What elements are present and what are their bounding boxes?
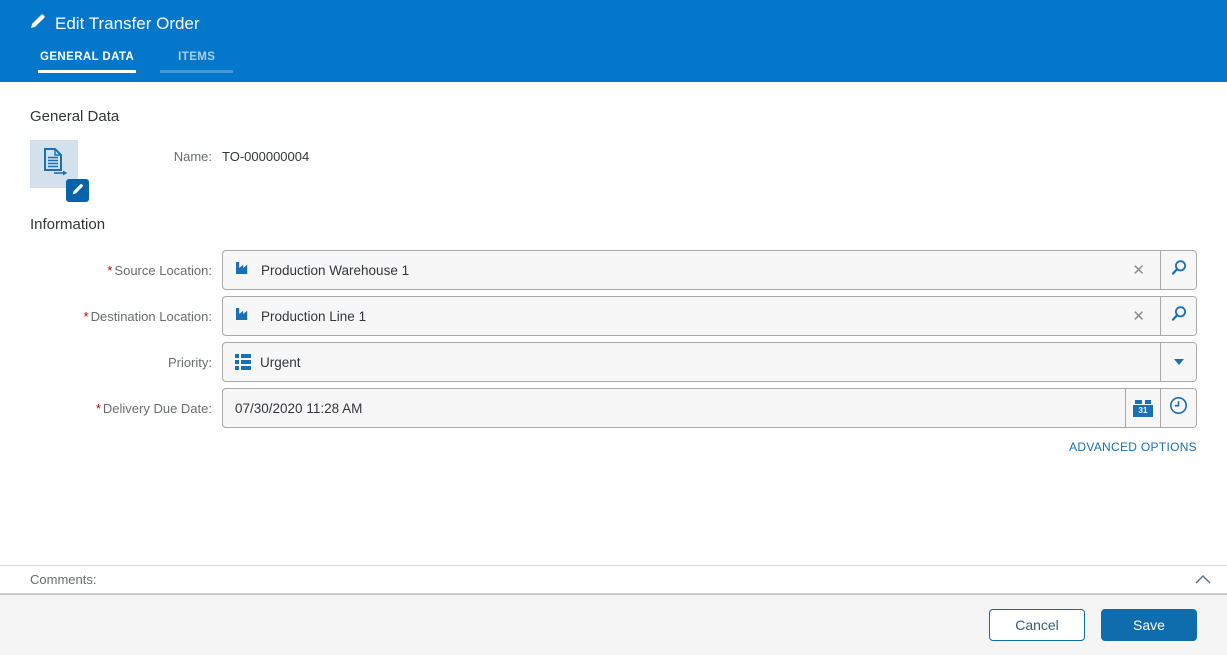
footer-toolbar: Cancel Save (0, 594, 1227, 655)
magnifier-icon (1170, 305, 1188, 328)
delivery-due-date-value: 07/30/2020 11:28 AM (235, 400, 363, 416)
title-row: Edit Transfer Order (0, 0, 1227, 34)
destination-location-value-help-button[interactable] (1160, 297, 1196, 335)
priority-value: Urgent (260, 354, 301, 370)
list-icon (235, 354, 251, 370)
delivery-due-date-label: * Delivery Due Date: (95, 400, 212, 416)
factory-icon (235, 260, 252, 280)
source-location-value-help-button[interactable] (1160, 251, 1196, 289)
page-header: Edit Transfer Order GENERAL DATA ITEMS (0, 0, 1227, 82)
page-title: Edit Transfer Order (55, 13, 200, 33)
clock-icon (1169, 396, 1188, 420)
advanced-options-link[interactable]: ADVANCED OPTIONS (1069, 440, 1197, 454)
destination-location-field[interactable]: Production Line 1 ✕ (222, 296, 1197, 336)
tab-items[interactable]: ITEMS (160, 51, 234, 73)
tab-general-data[interactable]: GENERAL DATA (38, 51, 137, 73)
required-marker: * (95, 400, 101, 416)
priority-dropdown-button[interactable] (1160, 343, 1196, 381)
pencil-icon (72, 182, 84, 200)
section-title-information: Information (30, 216, 106, 233)
date-picker-button[interactable]: 31 (1125, 389, 1160, 427)
priority-row: Priority: Urgent (0, 342, 1227, 382)
name-value: TO-000000004 (222, 149, 310, 164)
destination-location-label: * Destination Location: (83, 308, 212, 324)
comments-label: Comments: (30, 572, 97, 587)
required-marker: * (83, 308, 89, 324)
name-label: Name: (173, 149, 212, 164)
source-location-label: * Source Location: (107, 262, 212, 278)
required-marker: * (107, 262, 113, 278)
magnifier-icon (1170, 259, 1188, 282)
clear-icon[interactable]: ✕ (1129, 309, 1148, 324)
priority-select[interactable]: Urgent (223, 343, 1160, 381)
priority-field[interactable]: Urgent (222, 342, 1197, 382)
factory-icon (235, 306, 252, 326)
tab-strip: GENERAL DATA ITEMS (0, 51, 1227, 73)
delivery-due-date-field[interactable]: 07/30/2020 11:28 AM 31 (222, 388, 1197, 428)
chevron-up-icon[interactable] (1195, 575, 1211, 584)
cancel-button[interactable]: Cancel (989, 609, 1085, 641)
delivery-due-date-input[interactable]: 07/30/2020 11:28 AM (223, 389, 1125, 427)
destination-location-row: * Destination Location: Production Line 1… (0, 296, 1227, 336)
order-type-avatar[interactable] (30, 140, 89, 202)
delivery-due-date-row: * Delivery Due Date: 07/30/2020 11:28 AM … (0, 388, 1227, 428)
edit-avatar-button[interactable] (66, 179, 89, 202)
source-location-input[interactable]: Production Warehouse 1 ✕ (223, 251, 1160, 289)
section-title-general-data: General Data (30, 108, 120, 125)
save-button[interactable]: Save (1101, 609, 1197, 641)
clear-icon[interactable]: ✕ (1129, 263, 1148, 278)
main-content: General Data Name: TO-000000004 Informat… (0, 82, 1227, 565)
information-form: * Source Location: Production Warehouse 1… (0, 250, 1227, 434)
destination-location-value: Production Line 1 (261, 308, 367, 324)
destination-location-input[interactable]: Production Line 1 ✕ (223, 297, 1160, 335)
source-location-row: * Source Location: Production Warehouse 1… (0, 250, 1227, 290)
comments-panel-header[interactable]: Comments: (0, 565, 1227, 594)
pencil-icon (30, 13, 46, 34)
time-picker-button[interactable] (1160, 389, 1196, 427)
source-location-field[interactable]: Production Warehouse 1 ✕ (222, 250, 1197, 290)
calendar-icon: 31 (1133, 399, 1153, 417)
priority-label: Priority: (167, 354, 212, 370)
chevron-down-icon (1173, 359, 1184, 365)
source-location-value: Production Warehouse 1 (261, 262, 410, 278)
